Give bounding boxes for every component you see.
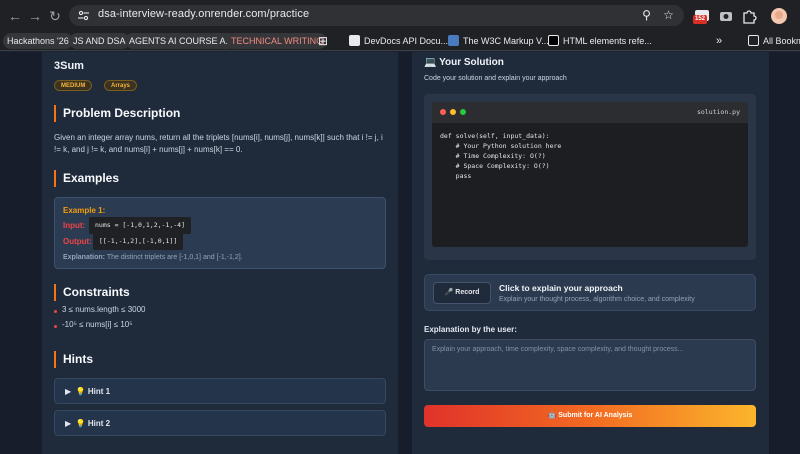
record-card: 🎤 Record Click to explain your approach … bbox=[424, 274, 756, 311]
code-content[interactable]: def solve(self, input_data): # Your Pyth… bbox=[440, 131, 561, 181]
difficulty-badge: MEDIUM bbox=[54, 80, 93, 91]
lightbulb-icon: 💡 bbox=[75, 387, 86, 396]
robot-icon: 🤖 bbox=[547, 412, 557, 419]
record-subtitle: Explain your thought process, algorithm … bbox=[499, 296, 695, 303]
bookmark-star-icon[interactable]: ☆ bbox=[661, 8, 676, 23]
topic-badge: Arrays bbox=[104, 80, 138, 91]
address-bar[interactable]: dsa-interview-ready.onrender.com/practic… bbox=[69, 5, 684, 26]
bookmark-html-elements[interactable]: HTML elements refe... bbox=[544, 33, 656, 49]
zoom-icon[interactable]: ⚲ bbox=[639, 8, 654, 23]
window-close-dot bbox=[440, 109, 446, 115]
bookmark-technical-writing[interactable]: TECHNICAL WRITING bbox=[227, 33, 328, 49]
editor-title-bar: solution.py bbox=[432, 102, 748, 123]
folder-icon bbox=[748, 35, 759, 46]
solution-heading: 💻 Your Solution bbox=[424, 57, 504, 68]
constraint-bullet bbox=[54, 310, 57, 313]
input-value: nums = [-1,0,1,2,-1,-4] bbox=[89, 217, 192, 234]
code-editor[interactable]: solution.py def solve(self, input_data):… bbox=[432, 102, 748, 247]
bookmarks-bar: Hackathons '26 JS AND DSA AGENTS AI COUR… bbox=[0, 31, 800, 51]
apps-grid-icon[interactable]: ⊞ bbox=[314, 33, 332, 49]
devdocs-icon bbox=[349, 35, 360, 46]
problem-description: Given an integer array nums, return all … bbox=[54, 133, 383, 154]
code-editor-container: solution.py def solve(self, input_data):… bbox=[424, 94, 756, 260]
example-card: Example 1: Input: nums = [-1,0,1,2,-1,-4… bbox=[54, 197, 386, 269]
w3c-icon bbox=[448, 35, 459, 46]
record-title: Click to explain your approach bbox=[499, 283, 623, 293]
editor-filename: solution.py bbox=[696, 108, 740, 116]
problem-title: 3Sum bbox=[54, 60, 84, 72]
expand-arrow-icon: ▶ bbox=[65, 387, 72, 396]
explanation-textarea[interactable] bbox=[424, 339, 756, 391]
constraint-item: 3 ≤ nums.length ≤ 3000 bbox=[62, 305, 146, 314]
bookmark-hackathons[interactable]: Hackathons '26 bbox=[3, 33, 73, 49]
notification-badge: 152 bbox=[693, 15, 708, 24]
description-heading: Problem Description bbox=[54, 105, 180, 122]
site-info-icon[interactable] bbox=[77, 9, 90, 22]
extensions-puzzle-icon[interactable] bbox=[740, 7, 758, 25]
constraint-bullet bbox=[54, 325, 57, 328]
solution-panel: 💻 Your Solution Code your solution and e… bbox=[412, 52, 769, 454]
input-label: Input: bbox=[63, 221, 86, 230]
output-label: Output: bbox=[63, 237, 92, 246]
output-value: [[-1,-1,2],[-1,0,1]] bbox=[93, 233, 184, 250]
problem-panel: 3Sum MEDIUM Arrays Problem Description G… bbox=[42, 52, 398, 454]
hint-item-1[interactable]: ▶ 💡 Hint 1 bbox=[54, 378, 386, 404]
laptop-icon: 💻 bbox=[424, 57, 437, 68]
explanation-label: Explanation by the user: bbox=[424, 325, 517, 334]
example-title: Example 1: bbox=[63, 206, 106, 215]
reload-icon[interactable]: ↻ bbox=[46, 7, 64, 25]
microphone-icon: 🎤 bbox=[444, 289, 454, 296]
constraints-heading: Constraints bbox=[54, 284, 130, 301]
mdn-icon bbox=[548, 35, 559, 46]
constraint-item: -10⁵ ≤ nums[i] ≤ 10⁵ bbox=[62, 320, 133, 329]
lightbulb-icon: 💡 bbox=[75, 419, 86, 428]
submit-button[interactable]: 🤖 Submit for AI Analysis bbox=[424, 405, 756, 427]
window-maximize-dot bbox=[460, 109, 466, 115]
solution-subheading: Code your solution and explain your appr… bbox=[424, 75, 567, 82]
all-bookmarks[interactable]: All Bookma bbox=[744, 33, 800, 49]
bookmarks-overflow-icon[interactable]: » bbox=[712, 33, 726, 49]
bookmark-agents-ai[interactable]: AGENTS AI COURSE A... bbox=[125, 33, 238, 49]
record-button[interactable]: 🎤 Record bbox=[433, 282, 491, 304]
profile-avatar-icon[interactable] bbox=[770, 7, 788, 25]
expand-arrow-icon: ▶ bbox=[65, 419, 72, 428]
bookmark-devdocs[interactable]: DevDocs API Docu... bbox=[345, 33, 452, 49]
camera-extension-icon[interactable] bbox=[717, 7, 735, 25]
browser-toolbar: ← → ↻ dsa-interview-ready.onrender.com/p… bbox=[0, 0, 800, 31]
forward-icon[interactable]: → bbox=[26, 7, 44, 25]
example-explanation: Explanation: The distinct triplets are [… bbox=[63, 254, 243, 261]
back-icon[interactable]: ← bbox=[6, 7, 24, 25]
hint-item-2[interactable]: ▶ 💡 Hint 2 bbox=[54, 410, 386, 436]
practice-page: 3Sum MEDIUM Arrays Problem Description G… bbox=[0, 52, 800, 454]
window-minimize-dot bbox=[450, 109, 456, 115]
hints-heading: Hints bbox=[54, 351, 93, 368]
examples-heading: Examples bbox=[54, 170, 119, 187]
url-text[interactable]: dsa-interview-ready.onrender.com/practic… bbox=[98, 8, 309, 20]
bookmark-js-dsa[interactable]: JS AND DSA bbox=[69, 33, 130, 49]
bookmark-w3c[interactable]: The W3C Markup V... bbox=[444, 33, 553, 49]
